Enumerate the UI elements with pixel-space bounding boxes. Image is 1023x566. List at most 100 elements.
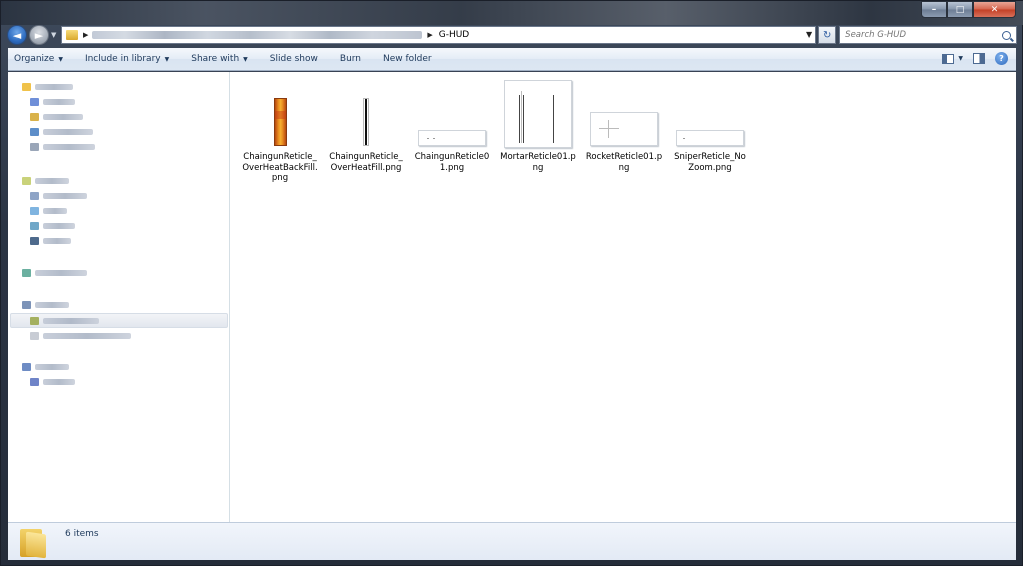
breadcrumb-current-folder[interactable]: G-HUD [439,30,470,40]
file-name: ChaingunReticle_ OverHeatFill.png [329,152,403,173]
file-item[interactable]: ChaingunReticle_ OverHeatFill.png [327,78,405,173]
nav-label-blurred [43,378,75,385]
nav-group-homegroup[interactable] [22,268,87,277]
navigation-pane[interactable] [8,72,230,522]
file-thumbnail [589,78,659,148]
address-bar[interactable]: ▶ ▶ G-HUD ▼ [60,26,817,44]
back-arrow-icon: ◄ [12,28,22,42]
mortar-reticle-image [504,80,572,148]
nav-item-selected-drive[interactable] [30,316,99,325]
address-row: ◄ ► ▼ ▶ ▶ G-HUD ▼ ↻ [7,24,1017,46]
file-item[interactable]: RocketReticle01.p ng [585,78,663,173]
back-button[interactable]: ◄ [7,25,27,45]
item-count: 6 items [65,529,99,539]
folder-icon [30,142,39,151]
help-icon[interactable]: ? [995,52,1008,65]
burn-label: Burn [339,54,362,64]
slide-show-label: Slide show [269,54,318,64]
nav-label-blurred [43,237,71,244]
nav-item[interactable] [30,127,93,136]
new-folder-label: New folder [383,54,432,64]
file-item[interactable]: SniperReticle_No Zoom.png [671,78,749,173]
nav-label-blurred [43,222,75,229]
file-thumbnail [417,78,487,148]
forward-button[interactable]: ► [28,25,49,45]
include-in-library-button[interactable]: Include in library ▼ [85,54,169,64]
file-thumbnail [675,78,745,148]
network-icon [22,362,31,371]
explorer-window: – □ ✕ ◄ ► ▼ ▶ ▶ G-HUD ▼ ↻ Organize▼ Incl… [0,0,1023,566]
new-folder-button[interactable]: New folder [383,54,432,64]
folder-icon [20,527,48,559]
nav-item[interactable] [30,97,75,106]
preview-pane-icon[interactable] [973,53,985,64]
sniper-reticle-image [676,130,744,146]
command-bar: Organize ▼ Include in library ▼ Share with… [8,48,1016,71]
nav-group-libraries[interactable] [22,176,69,185]
nav-label-blurred [35,83,73,90]
share-with-button[interactable]: Share with ▼ [191,54,248,64]
overheat-backfill-image [273,98,287,146]
folder-icon [30,112,39,121]
content-area: ChaingunReticle_ OverHeatBackFill. png Cha… [8,72,1016,522]
homegroup-icon [22,268,31,277]
chevron-down-icon: ▼ [243,55,248,63]
file-thumbnail [503,78,573,148]
nav-item[interactable] [30,206,67,215]
breadcrumb-separator-icon[interactable]: ▶ [83,31,88,39]
forward-arrow-icon: ► [34,28,44,42]
refresh-icon: ↻ [822,29,832,41]
maximize-button[interactable]: □ [947,1,973,18]
minimize-button[interactable]: – [921,1,947,18]
nav-label-blurred [35,363,69,370]
nav-item[interactable] [30,221,75,230]
chevron-down-icon: ▼ [164,55,170,63]
slide-show-button[interactable]: Slide show [270,54,318,64]
command-bar-right: ▼ ? [942,52,1008,65]
nav-item[interactable] [30,112,83,121]
pictures-icon [30,221,39,230]
view-options-dropdown-icon[interactable]: ▼ [958,55,963,62]
recent-pages-dropdown[interactable]: ▼ [51,31,59,39]
computer-icon [22,300,31,309]
nav-group-computer[interactable] [22,300,69,309]
file-name: RocketReticle01.p ng [585,152,663,173]
rocket-reticle-image [590,112,658,146]
nav-item[interactable] [30,236,71,245]
refresh-button[interactable]: ↻ [818,26,837,44]
nav-item[interactable] [30,377,75,386]
nav-label-blurred [43,317,99,324]
file-item[interactable]: MortarReticle01.p ng [499,78,577,173]
breadcrumb-separator-icon[interactable]: ▶ [427,31,432,39]
file-item[interactable]: ChaingunReticle0 1.png [413,78,491,173]
file-list[interactable]: ChaingunReticle_ OverHeatBackFill. png Cha… [231,72,1016,522]
file-item[interactable]: ChaingunReticle_ OverHeatBackFill. png [241,78,319,184]
file-thumbnail [331,78,401,148]
music-icon [30,206,39,215]
search-box[interactable] [839,26,1017,44]
nav-item[interactable] [30,331,131,340]
nav-label-blurred [43,332,131,339]
burn-button[interactable]: Burn [340,54,361,64]
nav-group-favorites[interactable] [22,82,73,91]
search-icon[interactable] [1002,30,1011,40]
search-input[interactable] [845,30,986,40]
organize-button[interactable]: Organize ▼ [14,54,63,64]
videos-icon [30,236,39,245]
address-dropdown-icon[interactable]: ▼ [806,30,812,39]
nav-group-network[interactable] [22,362,69,371]
include-in-library-label: Include in library [84,54,161,64]
file-name: ChaingunReticle0 1.png [414,152,490,173]
chaingun-reticle-image [418,130,486,146]
change-view-icon[interactable] [942,53,955,64]
nav-item[interactable] [30,142,95,151]
nav-item[interactable] [30,191,87,200]
breadcrumb-path-blurred[interactable] [92,31,423,39]
nav-label-blurred [43,98,75,105]
close-button[interactable]: ✕ [973,1,1016,18]
drive-icon [30,316,39,325]
drive-icon [30,331,39,340]
nav-label-blurred [43,192,87,199]
window-controls: – □ ✕ [921,1,1016,18]
title-bar[interactable] [1,1,1023,25]
